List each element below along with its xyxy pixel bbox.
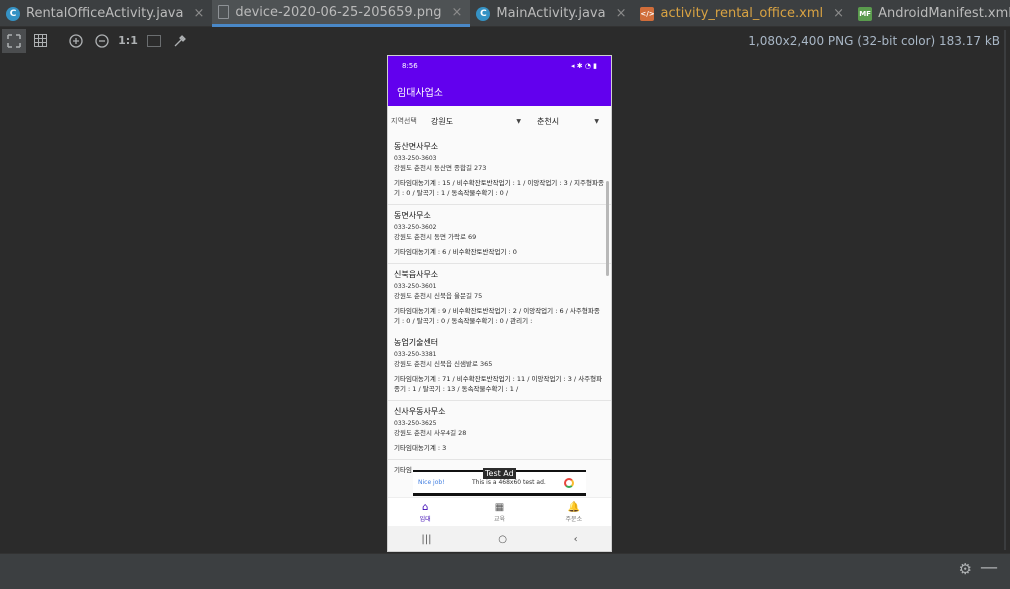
office-phone: 033-250-3625 (394, 420, 437, 427)
province-spinner[interactable]: 강원도 ▼ (431, 112, 521, 130)
ad-nice-text: Nice job! (418, 479, 445, 486)
device-screenshot: 8:56 ◂ ✱ ◔ ▮ 임대사업소 지역선택 강원도 ▼ 춘천시 ▼ 동산면사… (387, 55, 612, 552)
nav-label: 주문소 (565, 515, 583, 523)
test-ad-tag: Test Ad (483, 468, 516, 479)
office-machines: 기타임대농기계 : 71 / 비수확잔토반작업기 : 11 / 이앙작업기 : … (394, 375, 603, 393)
city-value: 춘천시 (537, 116, 560, 126)
status-icons: ◂ ✱ ◔ ▮ (570, 62, 597, 70)
office-address: 강원도 춘천시 신북읍 율문길 75 (394, 292, 483, 300)
nav-label: 교육 (493, 515, 505, 523)
office-machines: 기타임대농기계 : 9 / 비수확잔토반작업기 : 2 / 이앙작업기 : 6 … (394, 307, 600, 325)
dashboard-icon: ▦ (494, 501, 505, 513)
image-viewer-toolbar: 1:1 1,080x2,400 PNG (32-bit color) 183.1… (0, 28, 1010, 53)
close-icon[interactable]: × (616, 6, 627, 21)
list-item[interactable]: 신북읍사무소 033-250-3601 강원도 춘천시 신북읍 율문길 75 기… (388, 264, 611, 332)
office-address: 강원도 춘천시 신북읍 신샘밭로 365 (394, 360, 493, 368)
bell-icon: 🔔 (567, 501, 581, 513)
page-title: 임대사업소 (397, 87, 443, 99)
list-item[interactable]: 동산면사무소 033-250-3603 강원도 춘천시 동산면 종합길 273 … (388, 136, 611, 205)
office-address: 강원도 춘천시 동산면 종합길 273 (394, 164, 487, 172)
bottom-navigation: ⌂ 임대 ▦ 교육 🔔 주문소 (388, 497, 611, 526)
editor-tab-bar: C RentalOfficeActivity.java × device-202… (0, 0, 1010, 27)
background-toggle-icon[interactable] (142, 29, 166, 53)
office-phone: 033-250-3381 (394, 351, 437, 358)
office-machines: 기타임대농기계 : 6 / 비수확잔토반작업기 : 0 (394, 248, 517, 256)
app-bar: 임대사업소 (388, 76, 611, 106)
tab-label: device-2020-06-25-205659.png (235, 4, 442, 20)
tool-window-strip: ⚙ — (0, 553, 1010, 589)
status-time: 8:56 (402, 62, 418, 70)
java-class-icon: C (6, 6, 20, 21)
dropdown-arrow-icon: ▼ (594, 117, 599, 125)
status-bar: 8:56 ◂ ✱ ◔ ▮ (388, 56, 611, 76)
list-item[interactable]: 신사우동사무소 033-250-3625 강원도 춘천시 사우4길 28 기타임… (388, 401, 611, 460)
office-phone: 033-250-3601 (394, 283, 437, 290)
region-filter: 지역선택 강원도 ▼ 춘천시 ▼ (388, 108, 611, 134)
zoom-in-icon[interactable] (64, 29, 88, 53)
ad-logo-icon (564, 477, 574, 488)
tab-label: AndroidManifest.xml (878, 6, 1010, 21)
tab-label: MainActivity.java (496, 6, 606, 21)
close-icon[interactable]: × (193, 6, 204, 21)
office-phone: 033-250-3603 (394, 155, 437, 162)
grid-toggle-icon[interactable] (28, 29, 52, 53)
gear-icon[interactable]: ⚙ (959, 560, 972, 578)
tab-label: RentalOfficeActivity.java (26, 6, 184, 21)
dropdown-arrow-icon: ▼ (516, 117, 521, 125)
office-name: 신북읍사무소 (394, 270, 439, 279)
back-icon[interactable]: ‹ (574, 534, 578, 545)
tab-rental-office-activity[interactable]: C RentalOfficeActivity.java × (0, 0, 212, 27)
close-icon[interactable]: × (833, 6, 844, 21)
xml-file-icon: </> (640, 6, 655, 21)
actual-size-button[interactable]: 1:1 (116, 29, 140, 53)
java-class-icon: C (476, 6, 491, 21)
editor-scrollbar[interactable] (1004, 30, 1006, 550)
ad-text: This is a 468x60 test ad. (472, 479, 546, 486)
home-button-icon[interactable]: ○ (498, 534, 507, 545)
tab-main-activity[interactable]: C MainActivity.java × (470, 0, 634, 27)
fit-zoom-icon[interactable] (2, 28, 26, 53)
color-picker-icon[interactable] (168, 29, 192, 53)
office-name: 동면사무소 (394, 211, 431, 220)
list-item[interactable]: 농업기술센터 033-250-3381 강원도 춘천시 신북읍 신샘밭로 365… (388, 332, 611, 401)
office-name: 신사우동사무소 (394, 407, 446, 416)
image-info: 1,080x2,400 PNG (32-bit color) 183.17 kB (748, 34, 1000, 48)
nav-item-education[interactable]: ▦ 교육 (469, 502, 529, 523)
nav-item-rental[interactable]: ⌂ 임대 (395, 502, 455, 523)
office-address: 강원도 춘천시 사우4길 28 (394, 429, 467, 437)
tab-activity-rental-office-xml[interactable]: </> activity_rental_office.xml × (634, 0, 852, 27)
recents-icon[interactable]: ||| (421, 534, 431, 545)
zoom-out-icon[interactable] (90, 29, 114, 53)
nav-label: 임대 (419, 515, 431, 523)
office-phone: 033-250-3602 (394, 224, 437, 231)
home-icon: ⌂ (421, 501, 429, 513)
province-value: 강원도 (431, 116, 454, 126)
image-file-icon (218, 5, 230, 19)
close-icon[interactable]: × (452, 5, 463, 20)
system-navigation-bar: ||| ○ ‹ (388, 526, 611, 551)
office-address: 강원도 춘천시 동면 가락로 69 (394, 233, 477, 241)
minimize-icon[interactable]: — (980, 557, 998, 578)
nav-item-orders[interactable]: 🔔 주문소 (544, 502, 604, 523)
list-item[interactable]: 동면사무소 033-250-3602 강원도 춘천시 동면 가락로 69 기타임… (388, 205, 611, 264)
office-machines: 기타임대농기계 : 3 (394, 444, 447, 452)
office-machines: 기타임대농기계 : 15 / 비수확잔토반작업기 : 1 / 이앙작업기 : 3… (394, 179, 604, 197)
tab-label: activity_rental_office.xml (660, 6, 824, 21)
office-list[interactable]: 동산면사무소 033-250-3603 강원도 춘천시 동산면 종합길 273 … (388, 136, 611, 496)
city-spinner[interactable]: 춘천시 ▼ (537, 112, 599, 130)
list-scrollbar[interactable] (606, 181, 609, 276)
manifest-file-icon: MF (858, 6, 873, 21)
tab-android-manifest[interactable]: MF AndroidManifest.xml × (852, 0, 1010, 27)
office-name: 동산면사무소 (394, 142, 439, 151)
office-name: 농업기술센터 (394, 338, 439, 347)
region-filter-label: 지역선택 (391, 117, 417, 125)
tab-device-screenshot[interactable]: device-2020-06-25-205659.png × (212, 0, 471, 27)
